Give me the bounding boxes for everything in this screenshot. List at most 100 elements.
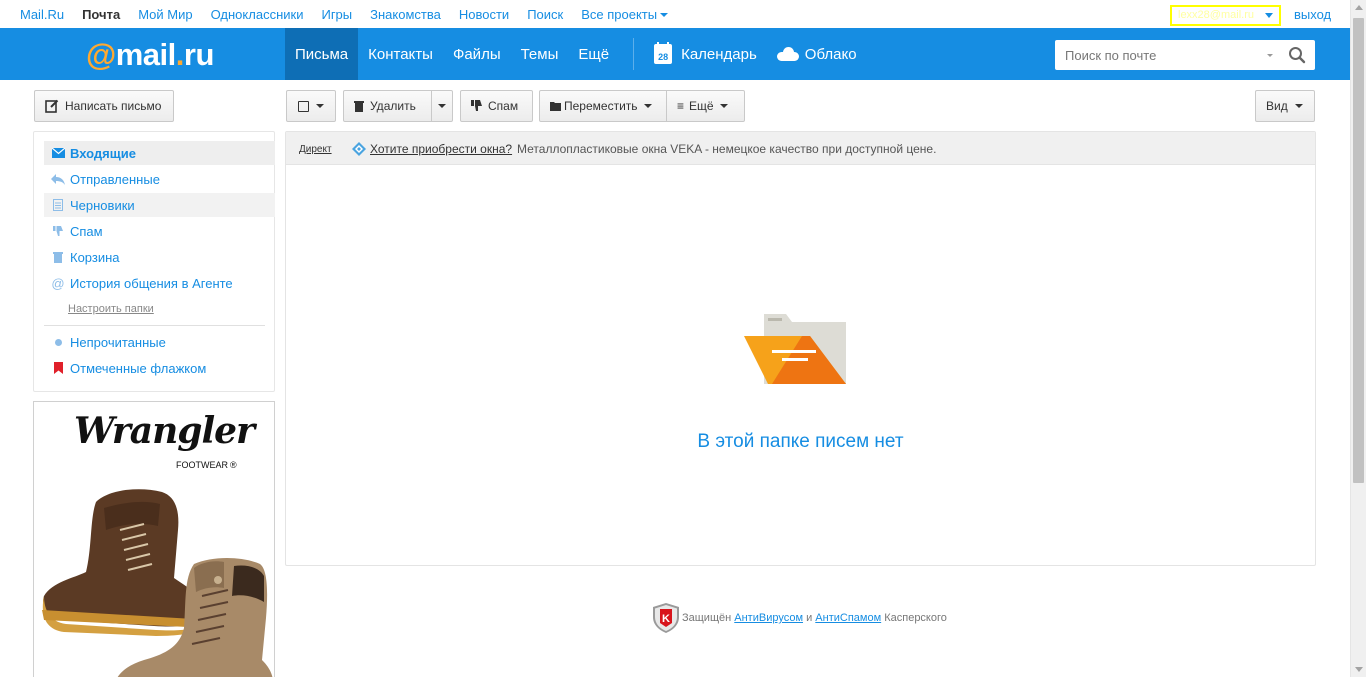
search-input[interactable] bbox=[1055, 40, 1265, 70]
scroll-up-arrow-icon[interactable] bbox=[1355, 5, 1363, 10]
page-scrollbar[interactable] bbox=[1350, 0, 1366, 677]
boots-image bbox=[42, 489, 273, 677]
nav-calendar[interactable]: 28 Календарь bbox=[644, 28, 767, 80]
chevron-down-icon bbox=[719, 104, 728, 108]
move-label: Переместить bbox=[564, 99, 638, 113]
folder-settings-link[interactable]: Настроить папки bbox=[68, 303, 154, 315]
folder-icon bbox=[550, 102, 561, 111]
select-all-dropdown[interactable] bbox=[286, 90, 336, 122]
flag-icon bbox=[51, 362, 65, 374]
folder-sent[interactable]: Отправленные bbox=[44, 167, 275, 191]
main-nav: Письма Контакты Файлы Темы Ещё 28 Календ… bbox=[285, 28, 867, 80]
direct-ad-bar: Директ Хотите приобрести окна? Металлопл… bbox=[286, 132, 1315, 165]
nav-letters[interactable]: Письма bbox=[285, 28, 359, 80]
diamond-icon bbox=[352, 142, 366, 156]
antivirus-link[interactable]: АнтиВирусом bbox=[734, 612, 803, 624]
nav-calendar-label: Календарь bbox=[681, 45, 757, 63]
nav-cloud[interactable]: Облако bbox=[767, 28, 867, 80]
scroll-down-arrow-icon[interactable] bbox=[1355, 667, 1363, 672]
portal-link-moymir[interactable]: Мой Мир bbox=[138, 7, 192, 22]
portal-link-all-projects[interactable]: Все проекты bbox=[581, 7, 669, 22]
compose-button[interactable]: Написать письмо bbox=[34, 90, 174, 122]
at-icon: @ bbox=[51, 275, 65, 291]
portal-links: Mail.Ru Почта Мой Мир Одноклассники Игры… bbox=[20, 7, 669, 22]
folder-inbox-label: Входящие bbox=[70, 145, 136, 161]
move-button[interactable]: Переместить bbox=[539, 90, 667, 122]
portal-link-igry[interactable]: Игры bbox=[321, 7, 352, 22]
folder-sent-label: Отправленные bbox=[70, 171, 160, 187]
trash-icon bbox=[51, 251, 65, 263]
ad-brand-text: Wrangler bbox=[74, 410, 255, 452]
mail-search bbox=[1055, 40, 1315, 70]
view-button[interactable]: Вид bbox=[1255, 90, 1315, 122]
folder-agent-history-label: История общения в Агенте bbox=[70, 275, 233, 291]
all-projects-label: Все проекты bbox=[581, 7, 658, 22]
nav-more[interactable]: Ещё bbox=[568, 28, 619, 80]
portal-link-poisk[interactable]: Поиск bbox=[527, 7, 563, 22]
folder-trash[interactable]: Корзина bbox=[44, 245, 275, 269]
view-label: Вид bbox=[1266, 99, 1288, 113]
chevron-down-icon bbox=[660, 13, 669, 17]
folder-inbox[interactable]: Входящие bbox=[44, 141, 275, 165]
user-email-dropdown[interactable]: lexx28@mail.ru bbox=[1170, 5, 1281, 26]
scrollbar-thumb[interactable] bbox=[1353, 18, 1364, 483]
logout-link[interactable]: выход bbox=[1294, 7, 1331, 22]
folder-drafts[interactable]: Черновики bbox=[44, 193, 275, 217]
filter-unread-label: Непрочитанные bbox=[70, 334, 166, 350]
nav-files[interactable]: Файлы bbox=[443, 28, 511, 80]
reply-icon bbox=[51, 173, 65, 185]
filter-flagged-label: Отмеченные флажком bbox=[70, 360, 207, 376]
ad-brand-logo: Wrangler bbox=[74, 410, 255, 452]
kaspersky-and-text: и bbox=[806, 612, 813, 624]
portal-bar: Mail.Ru Почта Мой Мир Одноклассники Игры… bbox=[0, 0, 1350, 28]
filter-flagged[interactable]: Отмеченные флажком bbox=[44, 356, 275, 380]
ad-registered-mark: ® bbox=[230, 460, 237, 470]
chevron-down-icon bbox=[1294, 104, 1303, 108]
portal-link-novosti[interactable]: Новости bbox=[459, 7, 509, 22]
kaspersky-name-text: Касперского bbox=[884, 612, 947, 624]
portal-link-pochta[interactable]: Почта bbox=[82, 7, 120, 22]
folder-agent-history[interactable]: @ История общения в Агенте bbox=[44, 271, 275, 295]
portal-link-mailru[interactable]: Mail.Ru bbox=[20, 7, 64, 22]
logo-ru: ru bbox=[183, 37, 215, 72]
chevron-down-icon bbox=[1265, 13, 1273, 18]
thumb-down-icon bbox=[51, 225, 65, 237]
cloud-icon bbox=[776, 47, 799, 61]
chevron-down-icon bbox=[438, 104, 446, 108]
portal-link-odnoklassniki[interactable]: Одноклассники bbox=[211, 7, 304, 22]
calendar-icon: 28 bbox=[654, 42, 673, 64]
antispam-link[interactable]: АнтиСпамом bbox=[815, 612, 881, 624]
svg-text:K: K bbox=[662, 613, 670, 625]
mailru-logo[interactable]: @mail.ru bbox=[86, 37, 214, 73]
dot-icon bbox=[51, 338, 65, 346]
delete-button[interactable]: Удалить bbox=[343, 90, 432, 122]
folder-spam[interactable]: Спам bbox=[44, 219, 275, 243]
search-icon[interactable] bbox=[1288, 46, 1306, 64]
message-list-panel: Директ Хотите приобрести окна? Металлопл… bbox=[285, 131, 1316, 566]
direct-label[interactable]: Директ bbox=[299, 144, 332, 155]
checkbox-icon bbox=[298, 100, 309, 112]
folder-drafts-label: Черновики bbox=[70, 197, 135, 213]
chevron-down-icon bbox=[316, 104, 324, 108]
ad-banner[interactable]: Wrangler FOOTWEAR ® bbox=[33, 401, 275, 677]
delete-options-button[interactable] bbox=[431, 90, 453, 122]
portal-link-znakomstva[interactable]: Знакомства bbox=[370, 7, 441, 22]
search-options-caret-icon[interactable] bbox=[1267, 54, 1273, 57]
list-icon: ≡ bbox=[677, 99, 685, 113]
filter-unread[interactable]: Непрочитанные bbox=[44, 330, 275, 354]
more-actions-button[interactable]: ≡ Ещё bbox=[666, 90, 745, 122]
folders-divider bbox=[44, 325, 265, 326]
spam-label: Спам bbox=[488, 99, 519, 113]
ad-sub-text: FOOTWEAR bbox=[176, 460, 228, 470]
spam-button[interactable]: Спам bbox=[460, 90, 533, 122]
envelope-icon bbox=[51, 148, 65, 158]
kaspersky-protected-text: Защищён bbox=[682, 612, 732, 624]
logo-mail: mail bbox=[115, 37, 177, 72]
nav-contacts[interactable]: Контакты bbox=[358, 28, 443, 80]
nav-themes[interactable]: Темы bbox=[511, 28, 569, 80]
kaspersky-protection: K Защищён АнтиВирусом и АнтиСпамом Каспе… bbox=[653, 603, 947, 633]
folder-list: Входящие Отправленные Черновики Спам Кор… bbox=[33, 131, 275, 392]
direct-ad-link[interactable]: Хотите приобрести окна? bbox=[370, 142, 512, 156]
ad-brand-sub: FOOTWEAR ® bbox=[176, 460, 237, 470]
trash-icon bbox=[354, 101, 364, 112]
